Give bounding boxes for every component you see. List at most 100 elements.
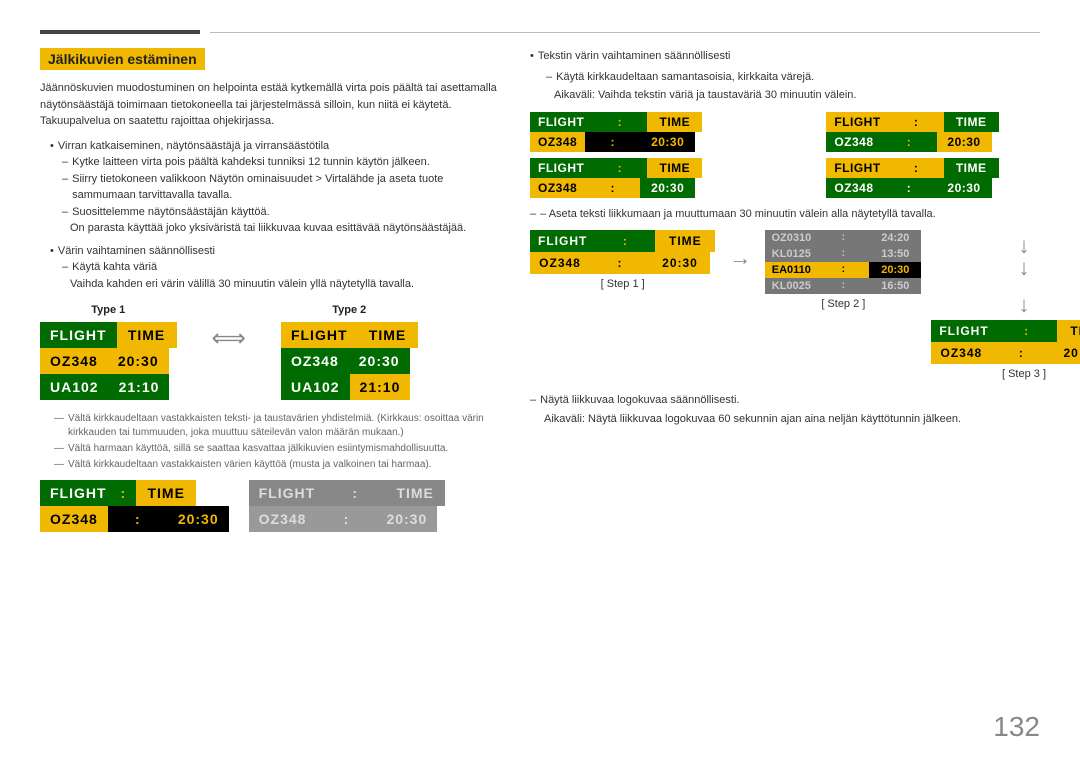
t2-flight: FLIGHT bbox=[281, 322, 358, 348]
cg-board-4: FLIGHT : TIME OZ348 : 20:30 bbox=[826, 158, 1080, 198]
content-area: Jälkikuvien estäminen Jäännöskuvien muod… bbox=[40, 48, 1040, 743]
s3-2030: 20:30 bbox=[1051, 342, 1080, 364]
top-rule bbox=[40, 30, 1040, 34]
right-sub-1: Käytä kirkkaudeltaan samantasoisia, kirk… bbox=[546, 69, 1080, 86]
t2-2030: 20:30 bbox=[349, 348, 410, 374]
bg-flight: FLIGHT bbox=[249, 480, 326, 506]
bullet-1: Virran katkaiseminen, näytönsäästäjä ja … bbox=[50, 138, 510, 155]
cg3-oz: OZ348 bbox=[530, 178, 585, 198]
cg2-time2: 20:30 bbox=[937, 132, 992, 152]
down-arrow-1: ↓ bbox=[1018, 235, 1029, 257]
type1-row3: UA102 21:10 bbox=[40, 374, 177, 400]
section-title: Jälkikuvien estäminen bbox=[40, 48, 205, 70]
s2-dim1-c: : bbox=[817, 230, 869, 246]
t1-time: TIME bbox=[117, 322, 177, 348]
type1-board: FLIGHT TIME OZ348 20:30 UA102 21:10 bbox=[40, 322, 177, 400]
s2-dim2-r: 13:50 bbox=[869, 246, 921, 262]
steps-right-area: ↓ ↓ ↓ FLIGHT : TIME bbox=[931, 230, 1080, 380]
s1-colon: : bbox=[595, 230, 655, 252]
s1-flight: FLIGHT bbox=[530, 230, 595, 252]
right-column: Tekstin värin vaihtaminen säännöllisesti… bbox=[530, 48, 1080, 743]
type1-block: Type 1 FLIGHT TIME OZ348 20:30 UA102 21: bbox=[40, 304, 177, 400]
type2-row1: FLIGHT TIME bbox=[281, 322, 418, 348]
sub-1-4: On parasta käyttää joko yksiväristä tai … bbox=[70, 220, 510, 237]
cg3-time: TIME bbox=[647, 158, 702, 178]
step1-label: [ Step 1 ] bbox=[601, 278, 645, 290]
cg3-flight: FLIGHT bbox=[530, 158, 592, 178]
s2-dim1-r: 24:20 bbox=[869, 230, 921, 246]
s1-oz: OZ348 bbox=[530, 252, 590, 274]
s3-colon: : bbox=[997, 320, 1057, 342]
right-sub-plain: Aikaväli: Vaihda tekstin väriä ja tausta… bbox=[554, 87, 1080, 104]
s1-time: TIME bbox=[655, 230, 715, 252]
cg2-time: TIME bbox=[944, 112, 999, 132]
step1-block: FLIGHT : TIME OZ348 : 20:30 [ Step 1 ] bbox=[530, 230, 715, 290]
step-note: – Aseta teksti liikkumaan ja muuttumaan … bbox=[530, 206, 1080, 223]
type1-label: Type 1 bbox=[40, 304, 177, 316]
step2-block: OZ0310 : 24:20 KL0125 : 13:50 EA0110 bbox=[765, 230, 921, 310]
rule-dark bbox=[40, 30, 200, 34]
bullet-section-1: Virran katkaiseminen, näytönsäästäjä ja … bbox=[40, 138, 510, 237]
bg-colon: : bbox=[325, 480, 385, 506]
cg-board-2: FLIGHT : TIME OZ348 : 20:30 bbox=[826, 112, 1080, 152]
cg1-colon: : bbox=[592, 112, 647, 132]
cg-board-1: FLIGHT : TIME OZ348 : 20:30 bbox=[530, 112, 820, 152]
cg2-colon: : bbox=[889, 112, 944, 132]
t1-oz348: OZ348 bbox=[40, 348, 108, 374]
cg-board-3: FLIGHT : TIME OZ348 : 20:30 bbox=[530, 158, 820, 198]
t2-2110: 21:10 bbox=[350, 374, 411, 400]
steps-container: FLIGHT : TIME OZ348 : 20:30 [ Step 1 ] → bbox=[530, 230, 1080, 380]
page-number: 132 bbox=[993, 711, 1040, 743]
s2-hl-l: EA0110 bbox=[765, 262, 817, 278]
down-arrow-2: ↓ bbox=[1018, 257, 1029, 279]
s2-hl-r: 20:30 bbox=[869, 262, 921, 278]
step2-board: OZ0310 : 24:20 KL0125 : 13:50 EA0110 bbox=[765, 230, 921, 294]
sub-1-2: Siirry tietokoneen valikkoon Näytön omin… bbox=[62, 171, 510, 204]
step-arrow-1-2: → bbox=[725, 245, 755, 271]
footnote-2: Vältä harmaan käyttöä, sillä se saattaa … bbox=[54, 442, 510, 456]
cg2-oz: OZ348 bbox=[826, 132, 881, 152]
cg1-time2: 20:30 bbox=[640, 132, 695, 152]
type2-label: Type 2 bbox=[281, 304, 418, 316]
bottom-gray-board: FLIGHT : TIME OZ348 : 20:30 bbox=[249, 480, 446, 532]
step3-block: FLIGHT : TIME OZ348 : 20:30 [ bbox=[931, 320, 1080, 380]
bd-2030: 20:30 bbox=[168, 506, 229, 532]
footnote-3: Vältä kirkkaudeltaan vastakkaisten värie… bbox=[54, 458, 510, 472]
s2-dim3-r: 16:50 bbox=[869, 278, 921, 294]
cg2-flight: FLIGHT bbox=[826, 112, 888, 132]
cg4-flight: FLIGHT bbox=[826, 158, 888, 178]
cg2-colon2: : bbox=[882, 132, 937, 152]
right-note-2-plain: Aikaväli: Näytä liikkuvaa logokuvaa 60 s… bbox=[544, 411, 1080, 428]
step2-label: [ Step 2 ] bbox=[821, 298, 865, 310]
cg1-colon2: : bbox=[585, 132, 640, 152]
cg4-time2: 20:30 bbox=[937, 178, 992, 198]
step3-label: [ Step 3 ] bbox=[1002, 368, 1046, 380]
sub-2-1: Käytä kahta väriä bbox=[62, 259, 510, 276]
type-examples: Type 1 FLIGHT TIME OZ348 20:30 UA102 21: bbox=[40, 304, 510, 400]
bg-colon2: : bbox=[316, 506, 376, 532]
cg4-time: TIME bbox=[944, 158, 999, 178]
t1-2030: 20:30 bbox=[108, 348, 169, 374]
type-arrow: ⟺ bbox=[207, 324, 251, 353]
right-note-2: Näytä liikkuvaa logokuvaa säännöllisesti… bbox=[530, 392, 1080, 409]
t2-oz348: OZ348 bbox=[281, 348, 349, 374]
bullet-2: Värin vaihtaminen säännöllisesti bbox=[50, 243, 510, 260]
s2-dim2-l: KL0125 bbox=[765, 246, 817, 262]
left-column: Jälkikuvien estäminen Jäännöskuvien muod… bbox=[40, 48, 510, 743]
type2-row3: UA102 21:10 bbox=[281, 374, 418, 400]
cg3-colon2: : bbox=[585, 178, 640, 198]
type2-board: FLIGHT TIME OZ348 20:30 UA102 21:10 bbox=[281, 322, 418, 400]
right-bullet-1: Tekstin värin vaihtaminen säännöllisesti bbox=[530, 48, 1080, 65]
color-grid: FLIGHT : TIME OZ348 : 20:30 FLIGHT : bbox=[530, 112, 1080, 198]
sub-2-2: Vaihda kahden eri värin välillä 30 minuu… bbox=[70, 276, 510, 293]
t2-ua102: UA102 bbox=[281, 374, 350, 400]
s3-time: TIME bbox=[1057, 320, 1080, 342]
bd-colon: : bbox=[117, 480, 137, 506]
cg1-oz: OZ348 bbox=[530, 132, 585, 152]
down-arrow-3: ↓ bbox=[1018, 294, 1029, 316]
t1-ua102: UA102 bbox=[40, 374, 109, 400]
s3-oz: OZ348 bbox=[931, 342, 991, 364]
bg-2030: 20:30 bbox=[376, 506, 437, 532]
bd-time: TIME bbox=[136, 480, 196, 506]
s2-dim2-c: : bbox=[817, 246, 869, 262]
